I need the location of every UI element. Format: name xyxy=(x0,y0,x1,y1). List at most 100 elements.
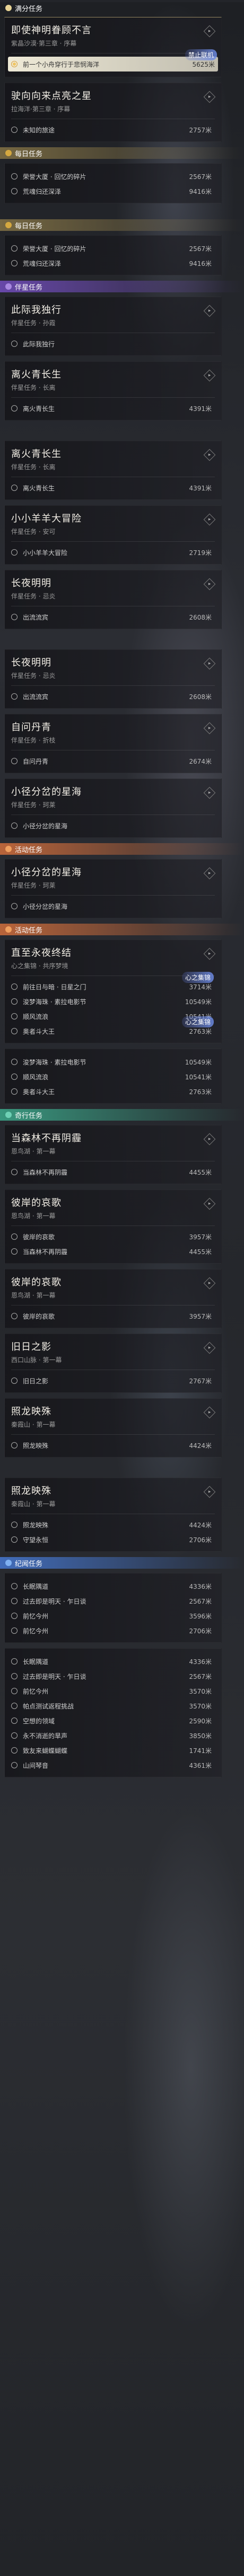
objective-distance: 2757米 xyxy=(189,126,212,134)
category-event[interactable]: 活动任务 xyxy=(0,843,244,855)
objective-row[interactable]: 过去即是明天 · 乍日谈 2567米 xyxy=(11,1669,215,1684)
objective-row[interactable]: 当森林不再阴霾 4455米 xyxy=(11,1244,215,1259)
quest-card[interactable]: 小径分岔的星海 伴星任务 · 珂莱 ▸ 小径分岔的星海 xyxy=(4,779,222,838)
objective-label: 奥者斗大王 xyxy=(23,1027,55,1035)
divider xyxy=(11,895,215,896)
objective-row[interactable]: 荒魂归还深泽 9416米 xyxy=(11,256,215,271)
event-quest-icon xyxy=(5,846,12,852)
objective-distance: 2763米 xyxy=(189,1088,212,1096)
objective-row[interactable]: 长眠隅道 4336米 xyxy=(11,1654,215,1669)
objective-marker-icon xyxy=(11,1088,18,1095)
quest-card[interactable]: 自问丹青 伴星任务 · 折枝 ▸ 自问丹青 2674米 xyxy=(4,714,222,773)
objective-row[interactable]: 前忆今州 2706米 xyxy=(11,1623,215,1638)
quest-card[interactable]: 彼岸的哀歌 恩鸟湖 · 第一幕 ▸ 彼岸的哀歌 3957米 xyxy=(4,1269,222,1328)
quest-card[interactable]: 旧日之影 西口山脉 · 第一幕 ▸ 旧日之影 2767米 xyxy=(4,1334,222,1393)
objective-row[interactable]: 顺风流浪 10541米 xyxy=(11,1069,215,1084)
quest-subtitle: 恩鸟湖 · 第一幕 xyxy=(11,1292,56,1299)
objective-row[interactable]: 出流流宾 2608米 xyxy=(11,689,215,704)
objective-marker-icon xyxy=(11,341,18,347)
objective-marker-icon xyxy=(11,1703,18,1709)
category-memory[interactable]: 纪闻任务 xyxy=(0,1557,244,1569)
objective-row[interactable]: 小小羊羊大冒险 2719米 xyxy=(11,545,215,560)
objective-row[interactable]: 永不消逝的旱声 3850米 xyxy=(11,1728,215,1743)
objective-row[interactable]: 帕点测试返程挑战 3570米 xyxy=(11,1698,215,1713)
objective-marker-icon xyxy=(11,1673,18,1679)
quest-card[interactable]: 长夜明明 伴星任务 · 忌炎 ▸ 出流流宾 2608米 xyxy=(4,649,222,709)
objective-row[interactable]: 此际我独行 xyxy=(11,336,215,351)
objective-label: 前一个小舟穿行于悲悯海洋 xyxy=(23,60,100,68)
objective-row[interactable]: 空想的领域 2590米 xyxy=(11,1713,215,1728)
objective-distance: 2767米 xyxy=(189,1377,212,1385)
quest-card[interactable]: 当森林不再阴霾 恩鸟湖 · 第一幕 ▸ 当森林不再阴霾 4455米 xyxy=(4,1125,222,1184)
category-main[interactable]: 满分任务 xyxy=(0,2,244,14)
objective-row[interactable]: 荣誉大厦 · 回忆的碎片 2567米 xyxy=(11,241,215,256)
objective-row[interactable]: 前忆今州 3596米 xyxy=(11,1608,215,1623)
objective-row[interactable]: 奥者斗大王 2763米 心之集锦 xyxy=(11,1016,215,1039)
quest-card[interactable]: 长眠隅道 4336米 过去即是明天 · 乍日谈 2567米 前忆今州 3570米 帕点… xyxy=(4,1648,222,1777)
objective-row[interactable]: 守望永恒 2706米 xyxy=(11,1532,215,1547)
objective-row[interactable]: 奥者斗大王 2763米 xyxy=(11,1084,215,1099)
objective-distance: 9416米 xyxy=(189,187,212,195)
quest-card[interactable]: 长夜明明 伴星任务 · 忌炎 ▸ 出流流宾 2608米 xyxy=(4,570,222,629)
objective-row[interactable]: 长眠隅道 4336米 xyxy=(11,1579,215,1594)
quest-card[interactable]: 小径分岔的星海 伴星任务 · 珂莱 ▸ 小径分岔的星海 xyxy=(4,859,222,918)
objective-row[interactable]: 前一个小舟穿行于悲悯海洋 5625米 禁止联机 xyxy=(8,49,218,71)
category-adventure[interactable]: 奇行任务 xyxy=(0,1109,244,1121)
category-daily[interactable]: 每日任务 xyxy=(0,147,244,159)
objective-row[interactable]: 山间琴音 4361米 xyxy=(11,1758,215,1773)
objective-label: 离火青长生 xyxy=(23,405,55,413)
objective-distance: 2763米 xyxy=(189,1027,212,1035)
objective-marker-icon xyxy=(11,1013,18,1019)
quest-card[interactable]: 即使神明眷顾不言 紫晶沙漠·第三章 · 序幕 ▸ 前一个小舟穿行于悲悯海洋 56… xyxy=(4,17,222,77)
quest-card[interactable]: 彼岸的哀歌 恩鸟湖 · 第一幕 ▸ 彼岸的哀歌 3957米 当森林不再阴霾 44… xyxy=(4,1189,222,1264)
quest-title: 离火青长生 xyxy=(11,369,62,380)
objective-distance: 9416米 xyxy=(189,260,212,267)
objective-row[interactable]: 照龙映殊 4424米 xyxy=(11,1438,215,1453)
quest-card[interactable]: 此际我独行 伴星任务 · 孙霞 ▸ 此际我独行 xyxy=(4,297,222,356)
quest-card[interactable]: 小小羊羊大冒险 伴星任务 · 安可 ▸ 小小羊羊大冒险 2719米 xyxy=(4,505,222,565)
quest-card[interactable]: 浚梦海珠 · 素拉电影节 10549米 顺风流浪 10541米 奥者斗大王 27… xyxy=(4,1049,222,1104)
objective-row[interactable]: 彼岸的哀歌 3957米 xyxy=(11,1229,215,1244)
objective-row[interactable]: 浚梦海珠 · 素拉电影节 10549米 xyxy=(11,1054,215,1069)
objective-row[interactable]: 浚梦海珠 · 素拉电影节 10549米 xyxy=(11,994,215,1009)
objective-distance: 2706米 xyxy=(189,1536,212,1544)
objective-row[interactable]: 荒魂归还深泽 9416米 xyxy=(11,184,215,199)
objective-marker-icon xyxy=(11,127,18,133)
quest-list: 满分任务 即使神明眷顾不言 紫晶沙漠·第三章 · 序幕 ▸ 前一个小舟穿行于悲悯… xyxy=(0,2,244,1777)
objective-label: 前往日与暗 · 日星之门 xyxy=(23,983,86,991)
objective-row[interactable]: 荣誉大厦 · 回忆的碎片 2567米 xyxy=(11,169,215,184)
category-companion[interactable]: 伴星任务 xyxy=(0,281,244,292)
objective-row[interactable]: 离火青长生 4391米 xyxy=(11,480,215,495)
objective-row[interactable]: 前往日与暗 · 日星之门 3714米 心之集锦 xyxy=(11,972,215,994)
objective-row[interactable]: 当森林不再阴霾 4455米 xyxy=(11,1165,215,1179)
objective-row[interactable]: 彼岸的哀歌 3957米 xyxy=(11,1309,215,1323)
quest-card[interactable]: 驶向向来点亮之星 拉海洋·第三章 · 序幕 ▸ 未知的旅途 2757米 xyxy=(4,83,222,142)
objective-row[interactable]: 离火青长生 4391米 xyxy=(11,401,215,416)
quest-card[interactable]: 照龙映殊 秦霞山 · 第一幕 ▸ 照龙映殊 4424米 xyxy=(4,1398,222,1457)
quest-card[interactable]: 荣誉大厦 · 回忆的碎片 2567米 荒魂归还深泽 9416米 xyxy=(4,163,222,203)
objective-row[interactable]: 小径分岔的星海 xyxy=(11,899,215,914)
quest-card[interactable]: 离火青长生 伴星任务 · 长离 ▸ 离火青长生 4391米 xyxy=(4,441,222,500)
category-event[interactable]: 活动任务 xyxy=(0,924,244,935)
objective-row[interactable]: 出流流宾 2608米 xyxy=(11,610,215,624)
objective-label: 未知的旅途 xyxy=(23,126,55,134)
objective-row[interactable]: 自问丹青 2674米 xyxy=(11,754,215,768)
quest-card[interactable]: 直至永夜终结 心之集锦 · 共序梦境 ▸ 前往日与暗 · 日星之门 3714米 … xyxy=(4,940,222,1043)
quest-subtitle: 伴星任务 · 长离 xyxy=(11,463,56,471)
quest-card[interactable]: 离火青长生 伴星任务 · 长离 ▸ 离火青长生 4391米 xyxy=(4,361,222,421)
objective-row[interactable]: 旧日之影 2767米 xyxy=(11,1373,215,1388)
quest-title: 小径分岔的星海 xyxy=(11,786,82,798)
quest-card[interactable]: 长眠隅道 4336米 过去即是明天 · 乍日谈 2567米 前忆今州 3596米 前忆… xyxy=(4,1573,222,1643)
quest-card[interactable]: 照龙映殊 秦霞山 · 第一幕 ▸ 照龙映殊 4424米 守望永恒 2706米 xyxy=(4,1478,222,1552)
objective-row[interactable]: 小径分岔的星海 xyxy=(11,818,215,833)
objective-row[interactable]: 照龙映殊 4424米 xyxy=(11,1517,215,1532)
objective-row[interactable]: 前忆今州 3570米 xyxy=(11,1684,215,1698)
category-daily[interactable]: 每日任务 xyxy=(0,219,244,231)
objective-distance: 10549米 xyxy=(185,998,212,1006)
quest-card[interactable]: 荣誉大厦 · 回忆的碎片 2567米 荒魂归还深泽 9416米 xyxy=(4,235,222,275)
objective-row[interactable]: 未知的旅途 2757米 xyxy=(11,122,215,137)
quest-subtitle: 西口山脉 · 第一幕 xyxy=(11,1356,62,1364)
objective-row[interactable]: 过去即是明天 · 乍日谈 2567米 xyxy=(11,1594,215,1608)
objective-distance: 2674米 xyxy=(189,757,212,765)
objective-row[interactable]: 致友来蝴蝶蝴蝶 1741米 xyxy=(11,1743,215,1758)
